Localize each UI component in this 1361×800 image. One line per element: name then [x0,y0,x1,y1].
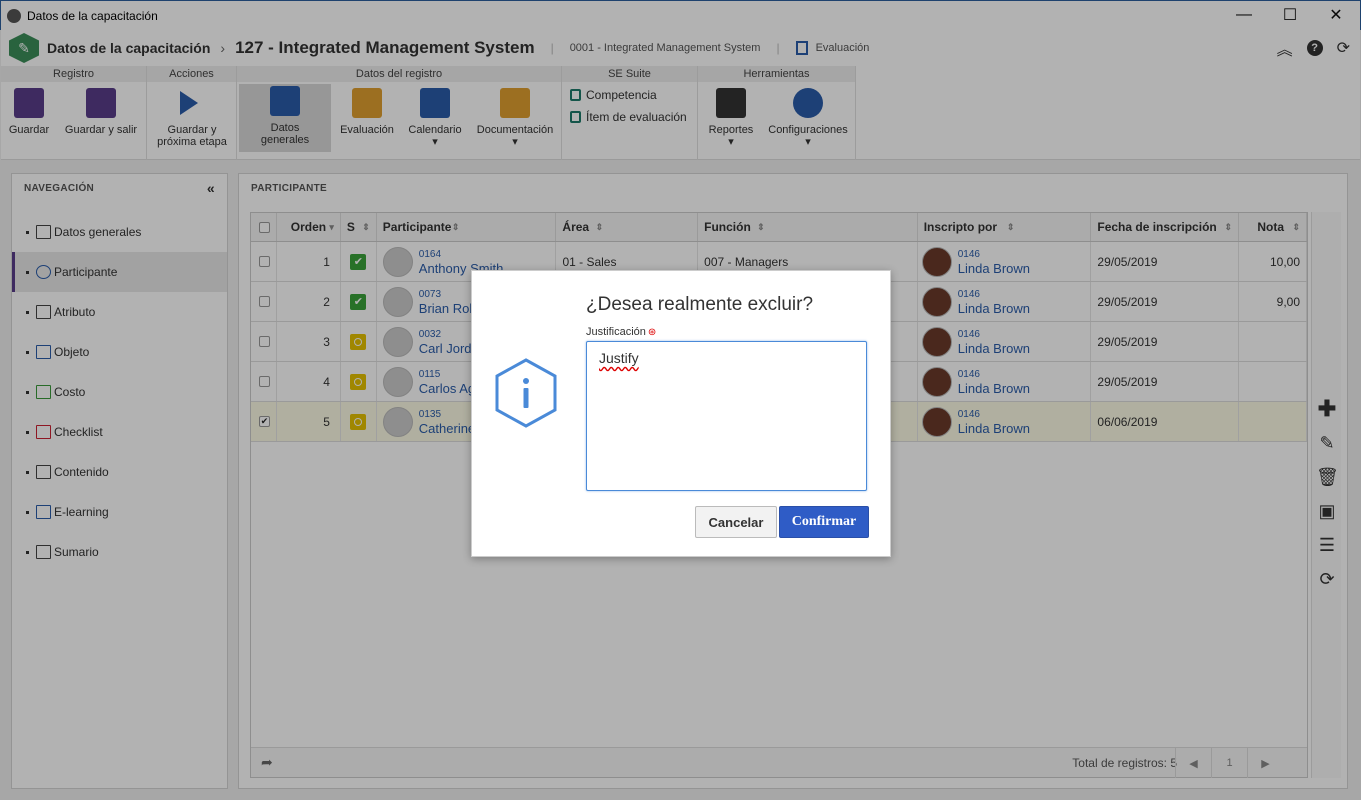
justification-field[interactable] [586,341,867,491]
justification-label: Justificación ⊛ [586,326,656,338]
cancel-button[interactable]: Cancelar [695,506,777,538]
justification-label-text: Justificación [586,326,646,338]
info-icon [495,358,557,428]
required-icon: ⊛ [647,327,657,338]
dialog-title: ¿Desea realmente excluir? [586,294,814,315]
confirm-button[interactable]: Confirmar [779,506,869,538]
confirm-delete-dialog: ¿Desea realmente excluir? Justificación ⊛… [471,270,891,557]
